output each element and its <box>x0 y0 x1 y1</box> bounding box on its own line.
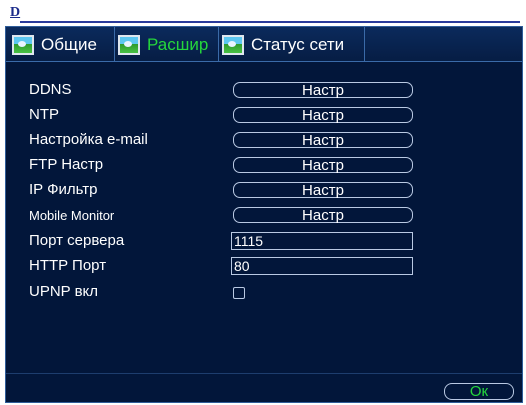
ftp-settings-button[interactable]: Настр <box>233 157 413 174</box>
tab-bar: Общие Расшир Статус сети <box>6 27 522 62</box>
tab-advanced[interactable]: Расшир <box>118 31 208 59</box>
server-port-label: Порт сервера <box>29 232 125 249</box>
server-port-input[interactable]: 1115 <box>231 232 413 250</box>
network-settings-panel: Общие Расшир Статус сети DDNS Настр NTP … <box>5 26 523 403</box>
tab-network-status[interactable]: Статус сети <box>222 31 344 59</box>
ip-filter-label: IP Фильтр <box>29 181 98 198</box>
ip-filter-settings-button[interactable]: Настр <box>233 182 413 199</box>
tab-divider <box>114 27 115 61</box>
landscape-icon <box>12 35 34 55</box>
upnp-checkbox[interactable] <box>233 287 245 299</box>
tab-general-label: Общие <box>41 35 97 54</box>
ok-button[interactable]: Ок <box>444 383 514 400</box>
ftp-label: FTP Настр <box>29 156 104 173</box>
landscape-icon <box>222 35 244 55</box>
ntp-settings-button[interactable]: Настр <box>233 107 413 124</box>
ntp-label: NTP <box>29 106 59 123</box>
window-label: D <box>10 5 21 20</box>
http-port-label: HTTP Порт <box>29 257 107 274</box>
window-divider <box>20 21 520 23</box>
tab-general[interactable]: Общие <box>12 31 97 59</box>
ddns-label: DDNS <box>29 81 72 98</box>
mobile-monitor-label: Mobile Monitor <box>29 208 115 223</box>
tab-advanced-label: Расшир <box>147 35 209 54</box>
mobile-monitor-settings-button[interactable]: Настр <box>233 207 413 224</box>
landscape-icon <box>118 35 140 55</box>
tab-network-status-label: Статус сети <box>251 35 345 54</box>
footer-divider <box>6 373 522 374</box>
upnp-label: UPNP вкл <box>29 283 99 300</box>
tab-divider <box>364 27 365 61</box>
email-settings-label: Настройка e-mail <box>29 131 148 148</box>
email-settings-button[interactable]: Настр <box>233 132 413 149</box>
http-port-input[interactable]: 80 <box>231 257 413 275</box>
tab-divider <box>218 27 219 61</box>
ddns-settings-button[interactable]: Настр <box>233 82 413 99</box>
